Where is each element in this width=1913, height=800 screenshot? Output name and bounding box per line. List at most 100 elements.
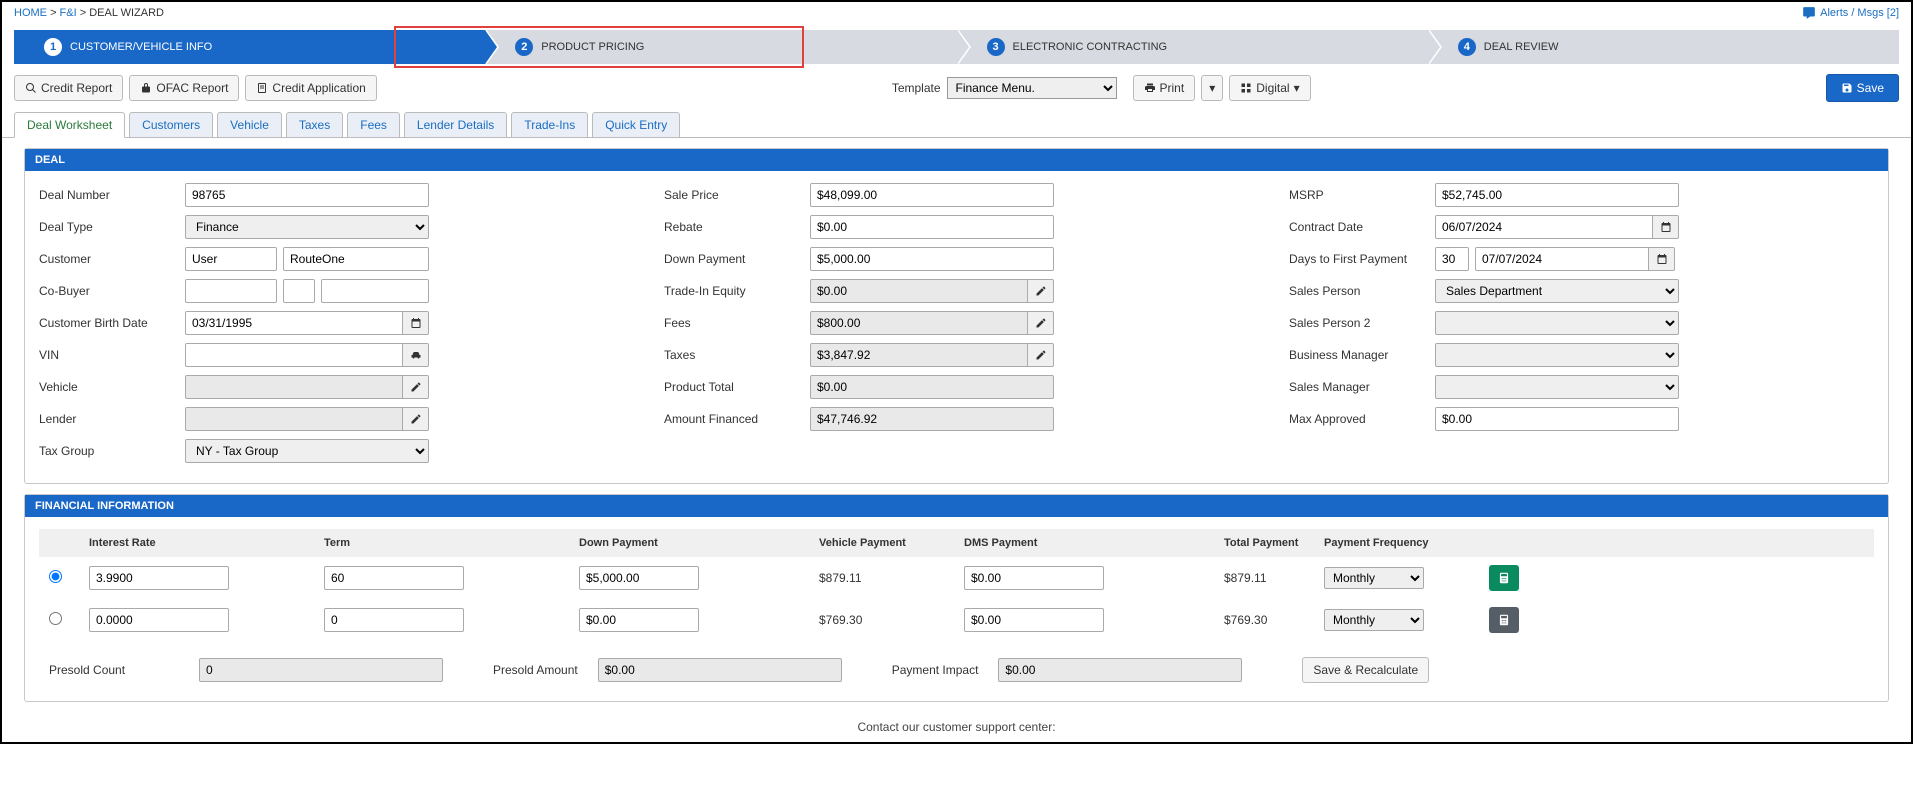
step-electronic-contracting[interactable]: 3ELECTRONIC CONTRACTING [957,30,1428,64]
calendar-icon[interactable] [1653,215,1679,239]
fees-input[interactable] [810,311,1028,335]
down-payment-input[interactable] [810,247,1054,271]
calculate-button[interactable] [1489,565,1519,591]
tab-deal-worksheet[interactable]: Deal Worksheet [14,112,125,138]
tab-fees[interactable]: Fees [347,112,400,137]
sales-person-select[interactable]: Sales Department [1435,279,1679,303]
tax-group-select[interactable]: NY - Tax Group [185,439,429,463]
tab-lender-details[interactable]: Lender Details [404,112,507,137]
tab-customers[interactable]: Customers [129,112,213,137]
cobuyer-last-input[interactable] [321,279,429,303]
calculate-button[interactable] [1489,607,1519,633]
payment-impact-label: Payment Impact [892,663,979,677]
template-select[interactable]: Finance Menu. [947,77,1117,99]
product-total-label: Product Total [664,380,804,394]
deal-number-input[interactable] [185,183,429,207]
msrp-label: MSRP [1289,188,1429,202]
pencil-icon[interactable] [403,407,429,431]
print-icon [1144,82,1156,94]
breadcrumb-fi[interactable]: F&I [60,7,77,19]
rate-input[interactable] [89,566,229,590]
contract-date-input[interactable] [1435,215,1653,239]
down-input[interactable] [579,566,699,590]
business-manager-select[interactable] [1435,343,1679,367]
rate-input[interactable] [89,608,229,632]
pencil-icon[interactable] [1028,311,1054,335]
tab-taxes[interactable]: Taxes [286,112,343,137]
digital-button[interactable]: Digital ▾ [1229,75,1310,101]
days-first-label: Days to First Payment [1289,252,1429,266]
sales-person2-select[interactable] [1435,311,1679,335]
deal-type-select[interactable]: Finance [185,215,429,239]
sales-manager-select[interactable] [1435,375,1679,399]
dms-input[interactable] [964,566,1104,590]
calculator-icon [1497,571,1511,585]
rebate-input[interactable] [810,215,1054,239]
presold-count-label: Presold Count [49,663,179,677]
presold-amount-input[interactable] [598,658,842,682]
payment-impact-input[interactable] [998,658,1242,682]
step-product-pricing[interactable]: 2PRODUCT PRICING [485,30,956,64]
presold-count-input[interactable] [199,658,443,682]
step-deal-review[interactable]: 4DEAL REVIEW [1428,30,1899,64]
sale-price-input[interactable] [810,183,1054,207]
first-payment-date-input[interactable] [1475,247,1649,271]
cobuyer-label: Co-Buyer [39,284,179,298]
print-dropdown[interactable]: ▾ [1201,75,1223,101]
credit-application-button[interactable]: Credit Application [245,75,376,101]
deal-type-label: Deal Type [39,220,179,234]
msrp-input[interactable] [1435,183,1679,207]
sales-person2-label: Sales Person 2 [1289,316,1429,330]
alerts-link[interactable]: Alerts / Msgs [2] [1802,6,1899,20]
contract-date-label: Contract Date [1289,220,1429,234]
dob-input[interactable] [185,311,403,335]
days-first-input[interactable] [1435,247,1469,271]
taxes-input[interactable] [810,343,1028,367]
tab-vehicle[interactable]: Vehicle [217,112,282,137]
deal-panel-header: DEAL [25,149,1888,171]
credit-report-button[interactable]: Credit Report [14,75,123,101]
calendar-icon[interactable] [403,311,429,335]
cobuyer-mid-input[interactable] [283,279,315,303]
amount-financed-input[interactable] [810,407,1054,431]
save-recalculate-button[interactable]: Save & Recalculate [1302,657,1429,683]
footer-note: Contact our customer support center: [2,712,1911,742]
freq-select[interactable]: Monthly [1324,567,1424,589]
print-button[interactable]: Print [1133,75,1196,101]
fin-row-radio[interactable] [49,570,62,583]
trade-in-input[interactable] [810,279,1028,303]
lock-icon [140,82,152,94]
lender-input[interactable] [185,407,403,431]
down-payment-label: Down Payment [664,252,804,266]
product-total-input[interactable] [810,375,1054,399]
deal-number-label: Deal Number [39,188,179,202]
total-payment-value: $879.11 [1224,571,1324,585]
pencil-icon[interactable] [1028,343,1054,367]
max-approved-input[interactable] [1435,407,1679,431]
pencil-icon[interactable] [1028,279,1054,303]
term-input[interactable] [324,566,464,590]
term-input[interactable] [324,608,464,632]
pencil-icon[interactable] [403,375,429,399]
freq-select[interactable]: Monthly [1324,609,1424,631]
vehicle-input[interactable] [185,375,403,399]
cobuyer-first-input[interactable] [185,279,277,303]
financial-table-header: Interest Rate Term Down Payment Vehicle … [39,529,1874,557]
step-customer-vehicle[interactable]: 1CUSTOMER/VEHICLE INFO [14,30,485,64]
down-input[interactable] [579,608,699,632]
fin-row-radio[interactable] [49,612,62,625]
template-label: Template [892,81,941,95]
lender-label: Lender [39,412,179,426]
financial-panel-header: FINANCIAL INFORMATION [25,495,1888,517]
tab-quick-entry[interactable]: Quick Entry [592,112,680,137]
ofac-report-button[interactable]: OFAC Report [129,75,239,101]
tab-trade-ins[interactable]: Trade-Ins [511,112,588,137]
customer-last-input[interactable] [283,247,429,271]
dms-input[interactable] [964,608,1104,632]
save-button[interactable]: Save [1826,74,1899,102]
car-icon[interactable] [403,343,429,367]
breadcrumb-home[interactable]: HOME [14,7,47,19]
calendar-icon[interactable] [1649,247,1675,271]
vin-input[interactable] [185,343,403,367]
customer-first-input[interactable] [185,247,277,271]
